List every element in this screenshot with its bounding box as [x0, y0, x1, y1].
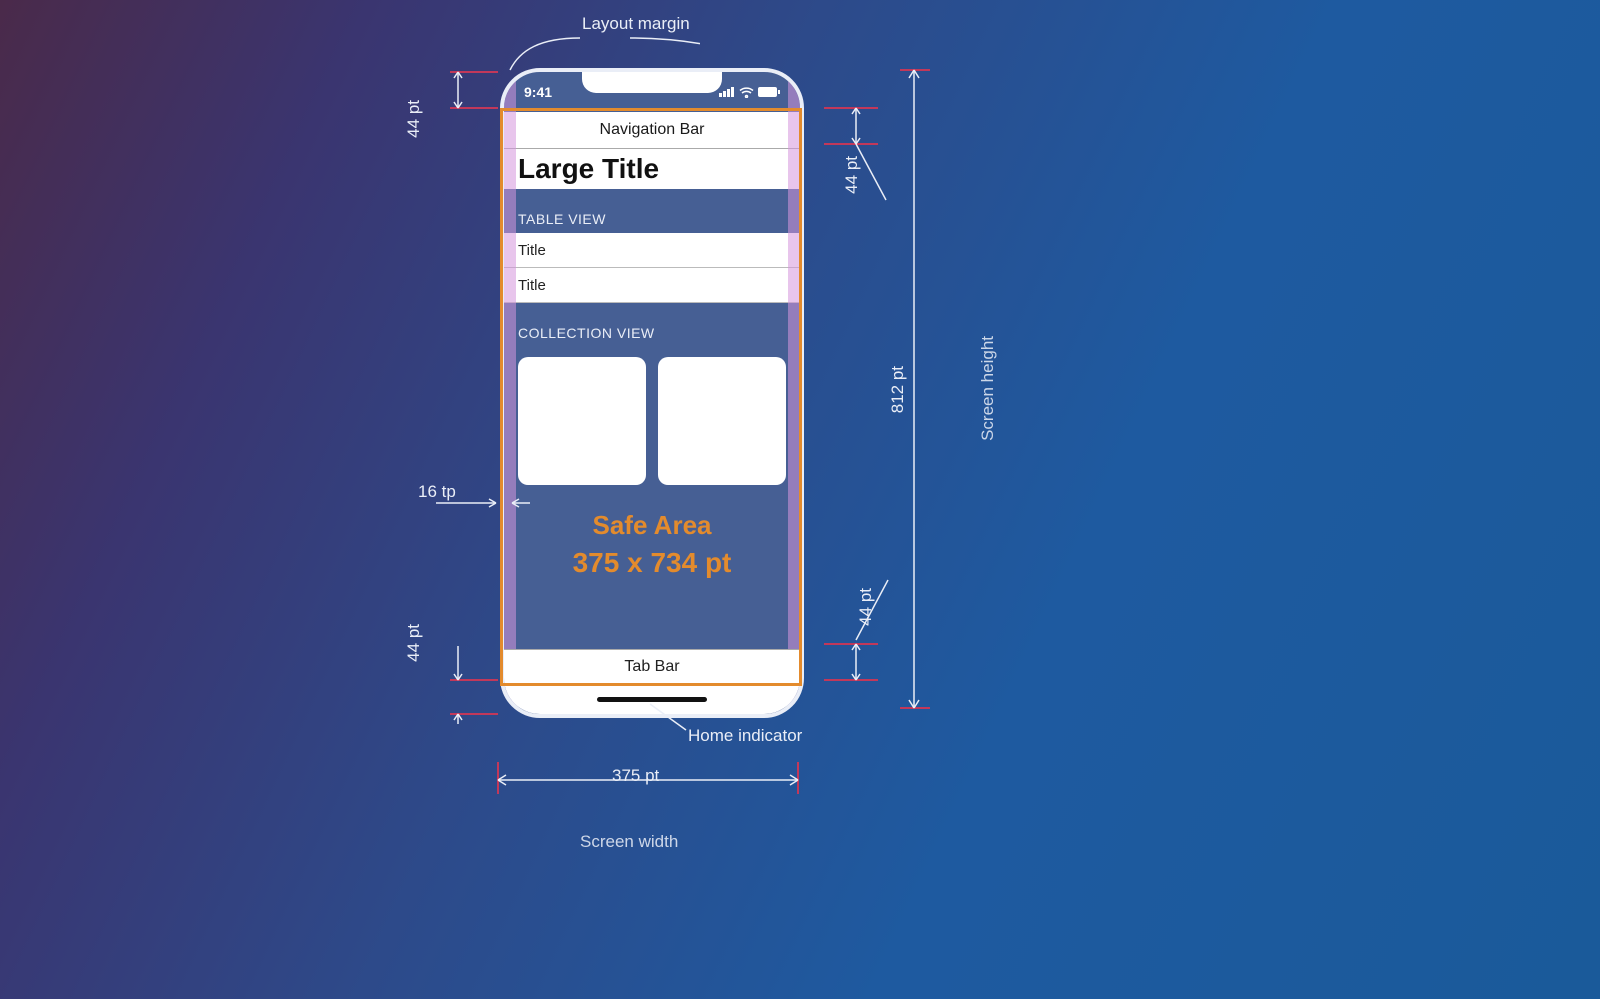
safe-area-line1: Safe Area [504, 510, 800, 541]
collection-view-header: COLLECTION VIEW [504, 325, 800, 347]
battery-icon [758, 87, 780, 97]
tab-bar-label: Tab Bar [624, 658, 679, 676]
navigation-bar-label: Navigation Bar [600, 121, 705, 139]
home-indicator-label: Home indicator [688, 726, 802, 746]
dim-side-margin [432, 488, 532, 518]
collection-view [504, 347, 800, 485]
dim-tabbar-label: 44 pt [856, 588, 876, 626]
status-time: 9:41 [524, 84, 552, 100]
layout-margin-right [788, 72, 800, 714]
table-row-title: Title [518, 277, 546, 294]
signal-icon [719, 87, 735, 97]
large-title-text: Large Title [518, 153, 659, 185]
tab-bar: Tab Bar [504, 649, 800, 684]
table-view-header: TABLE VIEW [504, 211, 800, 233]
table-row-title: Title [518, 242, 546, 259]
dim-screen-height-value: 812 pt [888, 366, 908, 413]
table-row: Title [504, 233, 800, 268]
dim-status-inset-label: 44 pt [404, 100, 424, 138]
phone-frame: 9:41 Navigation Bar Large Title TABLE VI… [500, 68, 804, 718]
collection-card [658, 357, 786, 485]
dim-screen-width-value: 375 pt [612, 766, 659, 786]
dim-navbar-label: 44 pt [842, 156, 862, 194]
dim-status-inset [440, 68, 500, 128]
collection-card [518, 357, 646, 485]
table-row: Title [504, 268, 800, 303]
navigation-bar: Navigation Bar [504, 112, 800, 149]
dim-tabbar [800, 570, 900, 690]
notch [582, 71, 722, 93]
large-title: Large Title [504, 149, 800, 189]
dim-home-indicator-label: 44 pt [404, 624, 424, 662]
wifi-icon [739, 87, 754, 98]
screen-height-label: Screen height [978, 336, 998, 441]
safe-area-line2: 375 x 734 pt [504, 547, 800, 579]
dim-home-indicator [440, 636, 500, 726]
layout-margin-left [504, 72, 516, 714]
screen-width-label: Screen width [580, 832, 678, 852]
safe-area-text: Safe Area 375 x 734 pt [504, 510, 800, 579]
